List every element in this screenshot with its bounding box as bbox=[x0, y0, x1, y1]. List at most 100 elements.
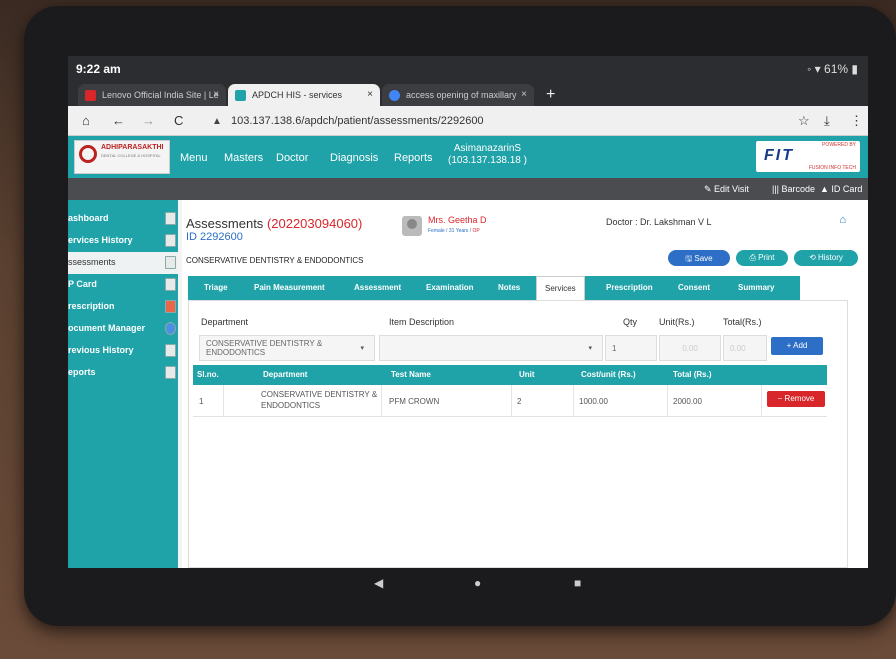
menu-item-doctor[interactable]: Doctor bbox=[276, 152, 308, 164]
back-icon[interactable]: ← bbox=[112, 113, 125, 128]
sidebar-item-label: rescription bbox=[68, 301, 115, 311]
sidebar-item-assessments[interactable]: ssessments bbox=[68, 252, 178, 274]
column-divider bbox=[573, 385, 574, 416]
action-bar: ✎ Edit Visit ||| Barcode ▲ ID Card bbox=[68, 178, 868, 200]
recents-nav-icon[interactable]: ■ bbox=[574, 576, 581, 590]
sidebar-item-label: ervices History bbox=[68, 235, 133, 245]
column-divider bbox=[511, 385, 512, 416]
column-header-cost-unit: Cost/unit (Rs.) bbox=[581, 370, 636, 379]
print-button[interactable]: ⎙ Print bbox=[736, 250, 788, 266]
previous-history-icon bbox=[165, 344, 176, 357]
reload-icon[interactable]: C bbox=[174, 113, 183, 128]
table-row: 1 CONSERVATIVE DENTISTRY & ENDODONTICS P… bbox=[193, 385, 827, 417]
sidebar-item-services-history[interactable]: ervices History bbox=[68, 230, 178, 252]
patient-meta: Female / 31 Years / OP bbox=[428, 228, 480, 234]
department-section-title: CONSERVATIVE DENTISTRY & ENDODONTICS bbox=[186, 256, 364, 265]
cell-department: CONSERVATIVE DENTISTRY & ENDODONTICS bbox=[261, 390, 378, 410]
column-header-test-name: Test Name bbox=[391, 370, 431, 379]
user-ip: (103.137.138.18 ) bbox=[448, 155, 527, 166]
unit-label: Unit(Rs.) bbox=[659, 317, 695, 327]
tab-examination[interactable]: Examination bbox=[426, 283, 474, 292]
page-title: Assessments (202203094060) bbox=[186, 216, 362, 231]
tab-services[interactable]: Services bbox=[536, 276, 585, 300]
browser-tab-google[interactable]: access opening of maxillary × bbox=[382, 84, 534, 106]
user-name: AsimanazarinS bbox=[453, 143, 522, 154]
menu-item-masters[interactable]: Masters bbox=[224, 152, 263, 164]
home-icon[interactable]: ⌂ bbox=[839, 214, 846, 226]
sidebar-item-op-card[interactable]: P Card bbox=[68, 274, 178, 296]
cell-unit: 2 bbox=[517, 397, 522, 406]
close-icon[interactable]: × bbox=[521, 89, 527, 100]
browser-tab-apdch[interactable]: APDCH HIS - services × bbox=[228, 84, 380, 106]
not-secure-icon[interactable]: ▲ bbox=[212, 116, 222, 127]
qty-label: Qty bbox=[623, 317, 638, 327]
menu-item-reports[interactable]: Reports bbox=[394, 152, 433, 164]
sidebar-item-previous-history[interactable]: revious History bbox=[68, 340, 178, 362]
column-header-unit: Unit bbox=[519, 370, 535, 379]
fit-logo-text: FIT bbox=[764, 147, 794, 164]
sidebar-item-dashboard[interactable]: ashboard bbox=[68, 208, 178, 230]
download-icon[interactable]: ⤓ bbox=[824, 113, 830, 129]
sidebar-item-label: eports bbox=[68, 367, 96, 377]
status-time: 9:22 am bbox=[76, 62, 121, 76]
save-button[interactable]: 🖫 Save bbox=[668, 250, 730, 266]
url-field[interactable]: ▲ 103.137.138.6/apdch/patient/assessment… bbox=[206, 111, 776, 131]
logged-in-user[interactable]: AsimanazarinS (103.137.138.18 ) bbox=[448, 143, 527, 167]
column-header-department: Department bbox=[263, 370, 308, 379]
barcode-link[interactable]: ||| Barcode bbox=[772, 184, 815, 194]
home-nav-icon[interactable]: ● bbox=[474, 576, 481, 590]
chevron-down-icon: ▾ bbox=[588, 345, 592, 352]
more-menu-icon[interactable]: ⋮ bbox=[850, 113, 863, 129]
tab-triage[interactable]: Triage bbox=[204, 283, 228, 292]
services-tab-content: Department Item Description Qty Unit(Rs.… bbox=[188, 300, 848, 568]
patient-id: ID 2292600 bbox=[186, 231, 243, 243]
app-header: ADHIPARASAKTHI DENTAL COLLEGE & HOSPITAL… bbox=[68, 136, 868, 178]
lenovo-favicon-icon bbox=[85, 90, 96, 101]
qty-input[interactable]: 1 bbox=[605, 335, 657, 361]
department-select[interactable]: CONSERVATIVE DENTISTRY & ENDODONTICS ▾ bbox=[199, 335, 375, 361]
reports-icon bbox=[165, 366, 176, 379]
tab-assessment[interactable]: Assessment bbox=[354, 283, 401, 292]
logo-emblem-icon bbox=[79, 145, 97, 163]
cell-total: 2000.00 bbox=[673, 397, 702, 406]
tab-prescription[interactable]: Prescription bbox=[606, 283, 653, 292]
college-logo[interactable]: ADHIPARASAKTHI DENTAL COLLEGE & HOSPITAL bbox=[74, 140, 170, 174]
browser-tab-lenovo[interactable]: Lenovo Official India Site | Le × bbox=[78, 84, 226, 106]
logo-title: ADHIPARASAKTHI bbox=[101, 144, 164, 151]
patient-type-badge: OP bbox=[472, 228, 480, 234]
google-favicon-icon bbox=[389, 90, 400, 101]
edit-visit-link[interactable]: ✎ Edit Visit bbox=[704, 184, 749, 195]
sidebar-item-reports[interactable]: eports bbox=[68, 362, 178, 384]
add-service-button[interactable]: + Add bbox=[771, 337, 823, 355]
column-header-slno: Sl.no. bbox=[197, 370, 219, 379]
tab-consent[interactable]: Consent bbox=[678, 283, 710, 292]
status-indicators: ◦ ▾ 61% ▮ bbox=[807, 62, 858, 76]
tab-summary[interactable]: Summary bbox=[738, 283, 774, 292]
menu-item-diagnosis[interactable]: Diagnosis bbox=[330, 152, 378, 164]
forward-icon[interactable]: → bbox=[142, 113, 155, 128]
tab-notes[interactable]: Notes bbox=[498, 283, 520, 292]
column-divider bbox=[667, 385, 668, 416]
id-card-link[interactable]: ▲ ID Card bbox=[820, 184, 862, 194]
back-nav-icon[interactable]: ◀ bbox=[374, 576, 383, 590]
patient-name[interactable]: Mrs. Geetha D bbox=[428, 215, 487, 225]
new-tab-button[interactable]: + bbox=[546, 86, 555, 104]
tablet-screen: 9:22 am ◦ ▾ 61% ▮ Lenovo Official India … bbox=[68, 56, 868, 568]
sidebar-item-document-manager[interactable]: ocument Manager bbox=[68, 318, 178, 340]
bookmark-star-icon[interactable]: ☆ bbox=[798, 113, 810, 129]
department-select-value: CONSERVATIVE DENTISTRY & ENDODONTICS bbox=[206, 339, 323, 357]
fit-logo-subtitle: FUSION INFO TECH bbox=[808, 165, 856, 171]
history-button[interactable]: ⟲ History bbox=[794, 250, 858, 266]
sidebar-item-prescription[interactable]: rescription bbox=[68, 296, 178, 318]
item-description-select[interactable]: ▾ bbox=[379, 335, 603, 361]
assessment-tabs: Triage Pain Measurement Assessment Exami… bbox=[188, 276, 800, 300]
close-icon[interactable]: × bbox=[367, 89, 373, 100]
menu-item-menu[interactable]: Menu bbox=[180, 152, 208, 164]
home-icon[interactable]: ⌂ bbox=[82, 113, 90, 128]
android-nav-bar: ◀ ● ■ bbox=[68, 568, 868, 598]
remove-button[interactable]: − Remove bbox=[767, 391, 825, 407]
close-icon[interactable]: × bbox=[213, 89, 219, 100]
column-header-total: Total (Rs.) bbox=[673, 370, 712, 379]
services-history-icon bbox=[165, 234, 176, 247]
tab-pain-measurement[interactable]: Pain Measurement bbox=[254, 283, 325, 292]
